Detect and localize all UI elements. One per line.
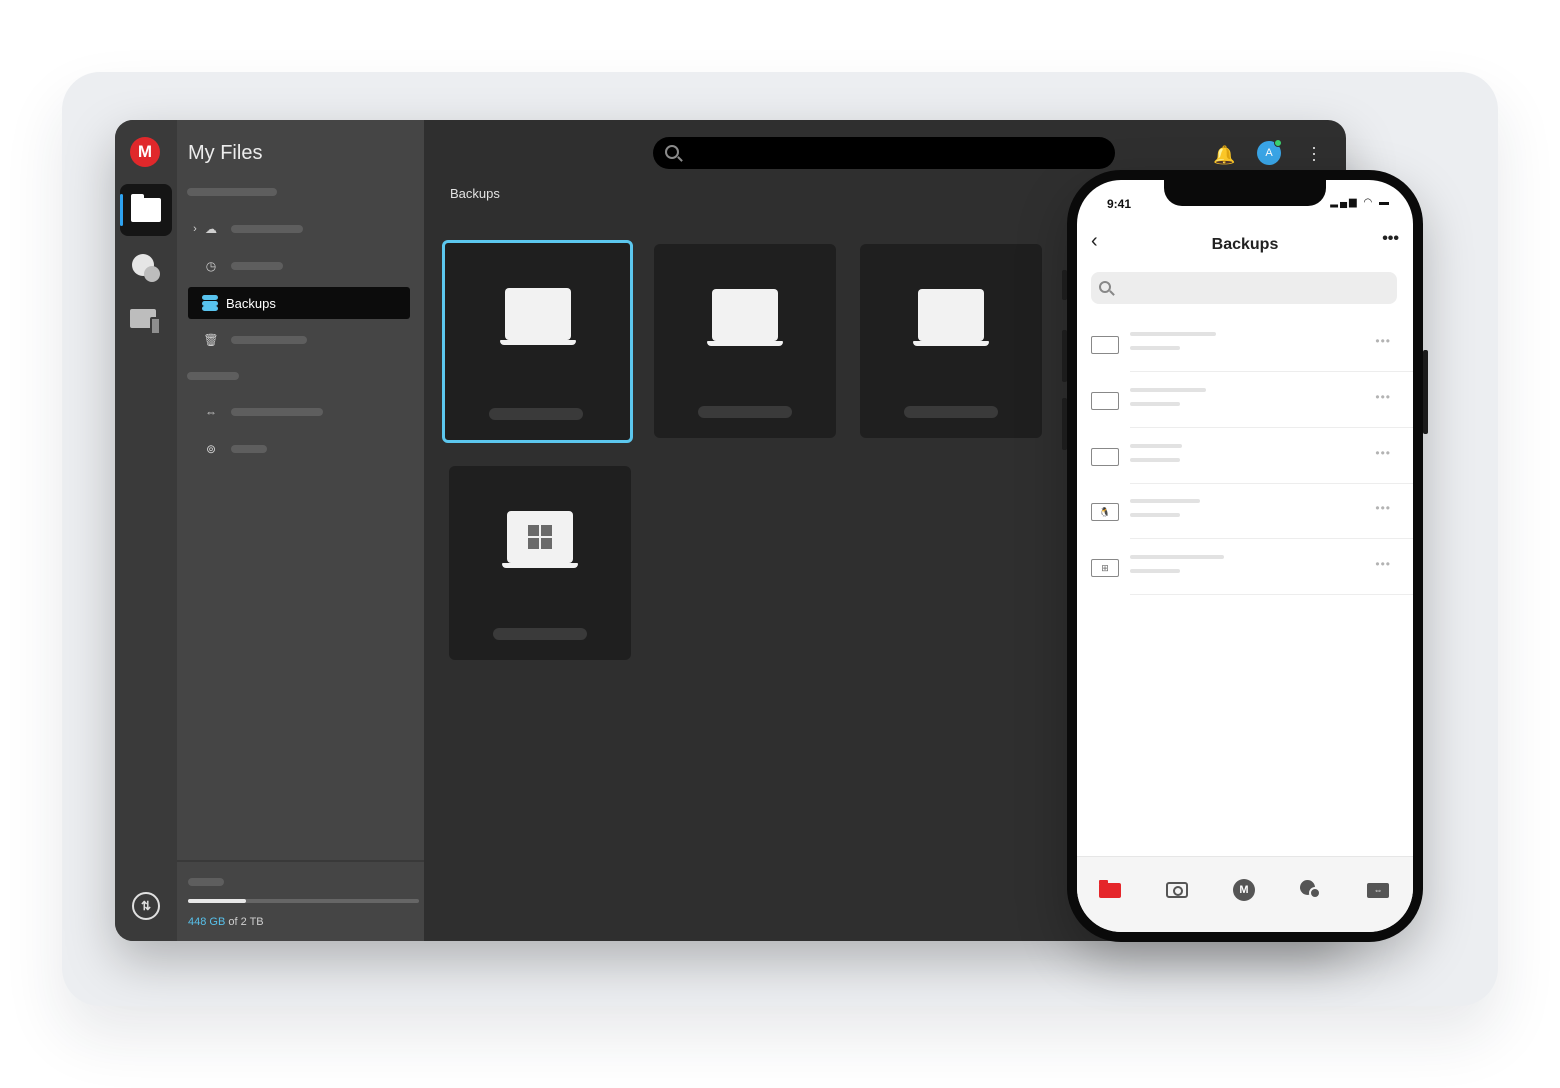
- files-sidebar: My Files › ☁ ◷ Backups 🗑 ⇔ ⊚ 448 GB of 2…: [177, 120, 424, 941]
- mega-logo-icon: M: [1233, 879, 1255, 901]
- sidebar-item-recents[interactable]: [231, 262, 283, 270]
- device-tile-laptop[interactable]: [654, 244, 836, 438]
- laptop-windows-icon: [502, 511, 578, 571]
- list-item[interactable]: •••: [1077, 428, 1413, 484]
- storage-usage-text: 448 GB of 2 TB: [188, 916, 264, 928]
- phone-volume-down: [1062, 398, 1067, 450]
- chat-icon: [1300, 880, 1322, 900]
- transfer-icon: ⇔: [1367, 882, 1389, 898]
- windows-icon: [528, 525, 552, 549]
- device-name-placeholder: [493, 628, 587, 640]
- row-more-icon[interactable]: •••: [1375, 334, 1391, 348]
- cloud-icon: ☁: [205, 222, 217, 236]
- breadcrumb: Backups: [450, 186, 500, 201]
- laptop-mac-icon: [499, 288, 576, 348]
- search-icon: [665, 145, 679, 159]
- linux-icon: 🐧: [1091, 503, 1119, 521]
- phone-screen: 9:41 ▂▄▆ ◠ ▬ ‹ Backups ••• ••• ••• ••• 🐧…: [1077, 180, 1413, 932]
- row-more-icon[interactable]: •••: [1375, 390, 1391, 404]
- chat-icon: [132, 254, 160, 282]
- folder-icon: [1099, 879, 1121, 898]
- laptop-icon: [1091, 448, 1119, 466]
- mac-icon: [1091, 336, 1119, 354]
- status-bar-time: 9:41: [1107, 197, 1132, 211]
- camera-icon: [1166, 882, 1188, 898]
- mega-logo[interactable]: M: [130, 137, 160, 167]
- device-tile-mac[interactable]: [442, 240, 633, 443]
- tab-camera-uploads[interactable]: [1164, 879, 1190, 901]
- page-title: Backups: [1211, 236, 1279, 253]
- bottom-tab-bar: M ⇔: [1077, 856, 1413, 932]
- sidebar-item-sync[interactable]: [231, 408, 323, 416]
- sidebar-item-rubbish-bin[interactable]: [231, 336, 307, 344]
- rail-devices-button[interactable]: [120, 296, 172, 348]
- rail-cloud-drive-button[interactable]: [120, 184, 172, 236]
- phone-mute-switch: [1062, 270, 1067, 300]
- sidebar-item-label: Backups: [226, 295, 276, 311]
- storage-progress-bar: [188, 899, 419, 903]
- more-options-icon[interactable]: •••: [1382, 230, 1399, 248]
- transfers-icon[interactable]: ⇅: [132, 892, 160, 920]
- tab-transfers[interactable]: ⇔: [1365, 879, 1391, 901]
- list-item[interactable]: 🐧 •••: [1077, 483, 1413, 539]
- search-icon: [1099, 281, 1111, 293]
- chevron-right-icon[interactable]: ›: [187, 221, 203, 237]
- navigation-rail: M ⇅: [115, 120, 177, 941]
- more-options-icon[interactable]: · · ·: [1311, 138, 1317, 168]
- folder-icon: [131, 194, 161, 222]
- phone-power-button: [1423, 350, 1428, 434]
- device-name-placeholder: [489, 408, 583, 420]
- tab-cloud-drive[interactable]: [1097, 879, 1123, 901]
- laptop-icon: [707, 289, 783, 349]
- bell-icon[interactable]: 🔔: [1213, 145, 1235, 166]
- sync-icon: ⇔: [205, 405, 217, 419]
- online-status-dot: [1274, 139, 1282, 147]
- database-icon: [202, 295, 218, 311]
- tab-chat[interactable]: [1298, 879, 1324, 901]
- sidebar-divider: [177, 860, 424, 862]
- sidebar-section-placeholder: [187, 372, 239, 380]
- rail-chat-button[interactable]: [120, 242, 172, 294]
- laptop-icon: [1091, 392, 1119, 410]
- row-more-icon[interactable]: •••: [1375, 501, 1391, 515]
- list-item[interactable]: •••: [1077, 372, 1413, 428]
- storage-label-placeholder: [188, 878, 224, 886]
- storage-progress-fill: [188, 899, 246, 903]
- mobile-phone-frame: 9:41 ▂▄▆ ◠ ▬ ‹ Backups ••• ••• ••• ••• 🐧…: [1062, 170, 1428, 942]
- phone-notch: [1164, 180, 1326, 206]
- row-more-icon[interactable]: •••: [1375, 446, 1391, 460]
- list-item[interactable]: ⊞ •••: [1077, 539, 1413, 595]
- device-tile-laptop[interactable]: [860, 244, 1042, 438]
- search-input[interactable]: [653, 137, 1115, 169]
- sidebar-section-placeholder: [187, 188, 277, 196]
- device-name-placeholder: [904, 406, 998, 418]
- windows-icon: ⊞: [1091, 559, 1119, 577]
- status-bar-icons: ▂▄▆ ◠ ▬: [1330, 197, 1391, 208]
- laptop-icon: [913, 289, 989, 349]
- sidebar-title: My Files: [188, 142, 263, 164]
- sidebar-item-backups[interactable]: Backups: [188, 287, 410, 319]
- device-name-placeholder: [698, 406, 792, 418]
- phone-volume-up: [1062, 330, 1067, 382]
- devices-icon: [130, 309, 162, 335]
- sidebar-item-cloud-drive[interactable]: [231, 225, 303, 233]
- row-more-icon[interactable]: •••: [1375, 557, 1391, 571]
- link-icon: ⊚: [205, 442, 217, 456]
- tab-home[interactable]: M: [1231, 879, 1257, 901]
- sidebar-item-links[interactable]: [231, 445, 267, 453]
- trash-icon: 🗑: [203, 333, 219, 347]
- search-input[interactable]: [1091, 272, 1397, 304]
- device-tile-windows[interactable]: [449, 466, 631, 660]
- clock-icon: ◷: [205, 259, 217, 273]
- list-item[interactable]: •••: [1077, 316, 1413, 372]
